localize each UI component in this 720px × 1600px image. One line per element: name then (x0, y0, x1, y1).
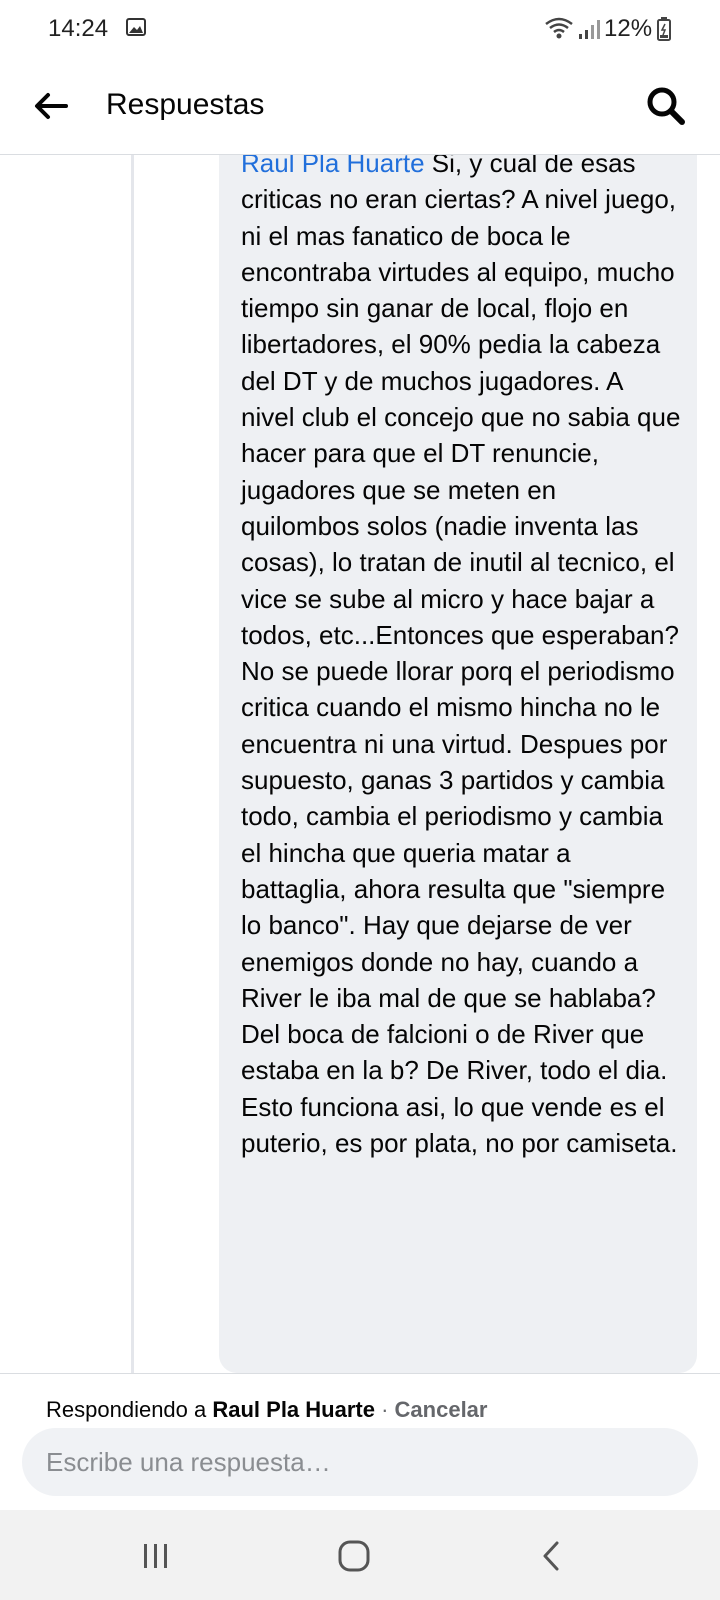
thread-line (131, 155, 134, 1373)
reply-separator: · (374, 1397, 395, 1422)
page-title: Respuestas (106, 88, 265, 121)
cancel-reply-button[interactable]: Cancelar (395, 1397, 488, 1422)
back-arrow-icon[interactable] (30, 86, 70, 126)
home-icon[interactable] (330, 1532, 378, 1580)
comment: Raul Pla Huarte Si, y cual de esas criti… (241, 155, 681, 1161)
battery-level: 12% (604, 15, 653, 42)
comment-author[interactable]: Raul Pla Huarte (241, 155, 425, 178)
status-time: 14:24 (48, 15, 109, 42)
reply-prefix: Respondiendo a (46, 1397, 213, 1422)
signal-icon (579, 20, 600, 39)
recent-apps-icon[interactable] (132, 1532, 180, 1580)
reply-composer: Respondiendo a Raul Pla Huarte · Cancela… (0, 1373, 720, 1511)
comment-body: Si, y cual de esas criticas no eran cier… (241, 155, 681, 1159)
reply-input[interactable] (22, 1428, 698, 1496)
reply-context: Respondiendo a Raul Pla Huarte · Cancela… (46, 1397, 487, 1423)
image-icon (126, 18, 146, 36)
header: Respuestas (0, 60, 720, 155)
reply-target: Raul Pla Huarte (212, 1397, 375, 1422)
back-icon[interactable] (528, 1532, 576, 1580)
battery-icon (657, 17, 671, 41)
replies-list[interactable]: Raul Pla Huarte Si, y cual de esas criti… (0, 155, 720, 1373)
status-bar: 14:24 12% (0, 0, 720, 60)
wifi-icon (545, 17, 573, 39)
navigation-bar (0, 1510, 720, 1600)
search-icon[interactable] (644, 84, 688, 128)
